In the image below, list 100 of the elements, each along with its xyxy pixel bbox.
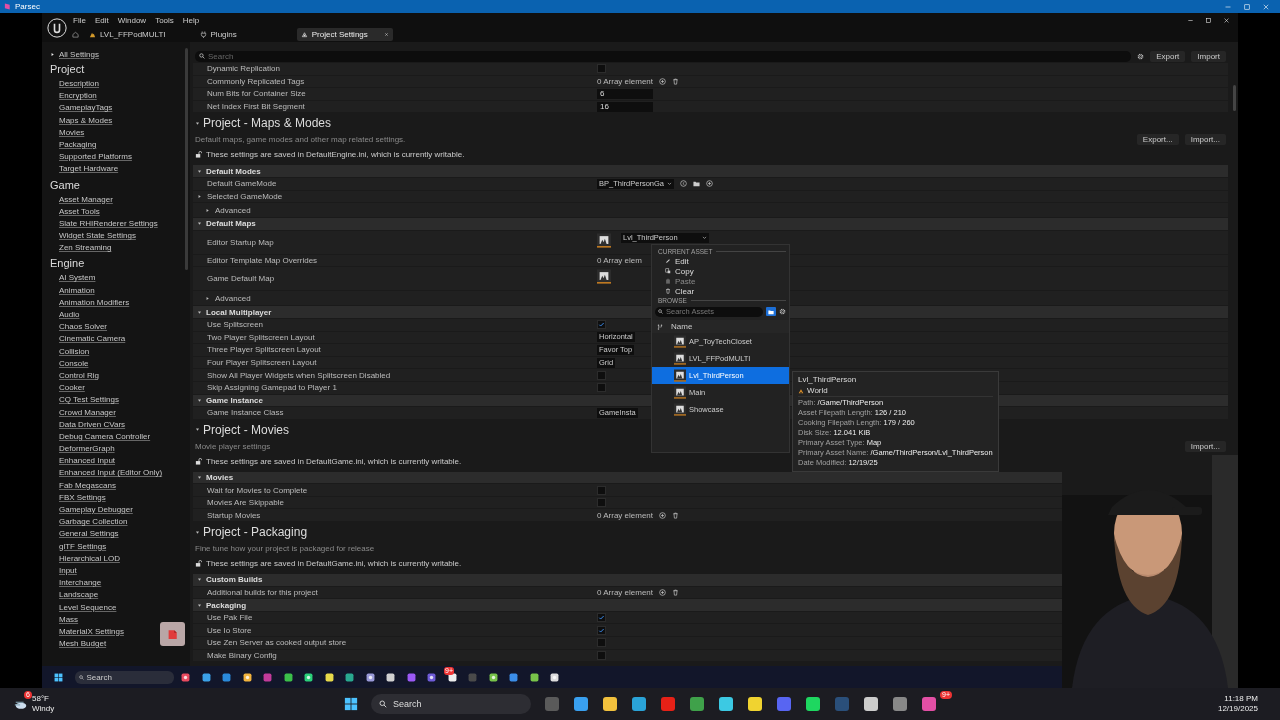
settings-link[interactable]: Landscape — [42, 589, 99, 602]
checkbox[interactable] — [597, 370, 606, 380]
trash-icon[interactable] — [672, 511, 680, 519]
search-field[interactable]: Search — [74, 670, 174, 684]
collapse-arrow-icon[interactable] — [195, 427, 200, 433]
unreal-logo-icon[interactable] — [47, 17, 67, 38]
add-icon[interactable] — [706, 180, 714, 188]
checkbox[interactable] — [597, 625, 606, 635]
expand-arrow-icon[interactable] — [197, 475, 202, 480]
settings-link[interactable]: Movies — [42, 126, 85, 139]
app-icon[interactable] — [304, 672, 313, 682]
checkbox[interactable] — [597, 383, 606, 393]
all-settings-link[interactable]: All Settings — [59, 49, 100, 59]
menu-item[interactable]: Edit — [94, 15, 109, 25]
scrollbar[interactable] — [1233, 85, 1236, 111]
section-button[interactable]: Import... — [1184, 134, 1226, 146]
start-icon[interactable] — [54, 672, 63, 682]
tab[interactable]: Project Settings — [296, 28, 393, 41]
settings-link[interactable]: Gameplay Debugger — [42, 504, 133, 517]
column-header[interactable]: Name — [671, 322, 693, 331]
close-icon[interactable] — [383, 32, 389, 37]
settings-link[interactable]: Audio — [42, 309, 80, 322]
app-icon[interactable] — [201, 672, 211, 682]
settings-link[interactable]: Interchange — [42, 577, 102, 590]
settings-link[interactable]: Enhanced Input (Editor Only) — [42, 467, 163, 480]
settings-link[interactable]: Cooker — [42, 382, 85, 395]
trash-icon[interactable] — [672, 588, 680, 596]
settings-link[interactable]: Widget State Settings — [42, 230, 136, 243]
collapse-arrow-icon[interactable] — [195, 529, 200, 535]
add-icon[interactable] — [659, 77, 667, 85]
expand-arrow-icon[interactable] — [197, 577, 202, 583]
checkbox[interactable] — [597, 613, 606, 623]
app-icon[interactable] — [181, 672, 190, 682]
folder-button[interactable] — [766, 307, 776, 316]
expand-arrow-icon[interactable] — [197, 309, 202, 315]
settings-link[interactable]: AI System — [42, 272, 96, 285]
settings-link[interactable]: Mesh Budget — [42, 638, 107, 651]
menu-item[interactable]: Help — [182, 15, 200, 25]
settings-link[interactable]: Mass — [42, 613, 79, 626]
settings-link[interactable]: Packaging — [42, 138, 97, 152]
expand-arrow-icon[interactable] — [205, 295, 210, 301]
settings-link[interactable]: FBX Settings — [42, 491, 106, 504]
settings-link[interactable]: Data Driven CVars — [42, 418, 126, 431]
section-button[interactable]: Export... — [1136, 134, 1179, 146]
settings-link[interactable]: Zen Streaming — [42, 242, 112, 255]
menu-item[interactable]: Copy — [655, 266, 786, 276]
checkbox[interactable] — [597, 498, 606, 508]
expand-arrow-icon[interactable] — [197, 168, 202, 174]
expand-arrow-icon[interactable] — [197, 602, 202, 608]
app-icon[interactable] — [529, 672, 539, 682]
toolbar-button[interactable]: Import — [1191, 50, 1226, 62]
expand-arrow-icon[interactable] — [197, 397, 202, 403]
expand-arrow-icon[interactable] — [205, 207, 210, 213]
app-icon[interactable] — [863, 696, 879, 712]
settings-link[interactable]: Collision — [42, 345, 90, 358]
settings-link[interactable]: Control Rig — [42, 369, 99, 383]
number-field[interactable]: 6 — [597, 89, 653, 99]
app-icon[interactable] — [718, 696, 734, 712]
settings-link[interactable]: Console — [42, 357, 89, 370]
minimize-icon[interactable] — [1187, 17, 1194, 24]
menu-item[interactable]: Tools — [155, 15, 174, 25]
settings-link[interactable]: Input — [42, 564, 77, 578]
checkbox[interactable] — [597, 485, 606, 495]
expand-arrow-icon[interactable] — [197, 221, 202, 227]
section-button[interactable]: Import... — [1184, 440, 1226, 452]
app-icon[interactable] — [573, 696, 589, 712]
tab[interactable]: Plugins — [195, 28, 241, 41]
collapse-arrow-icon[interactable] — [195, 120, 200, 126]
settings-link[interactable]: GameplayTags — [42, 102, 113, 115]
checkbox[interactable] — [597, 64, 606, 74]
app-icon[interactable] — [242, 672, 252, 682]
settings-link[interactable]: Description — [42, 78, 99, 91]
app-icon[interactable] — [283, 672, 293, 682]
start-icon[interactable] — [344, 697, 358, 711]
settings-link[interactable]: MaterialX Settings — [42, 625, 124, 639]
app-icon[interactable] — [345, 672, 354, 682]
scrollbar[interactable] — [185, 48, 188, 270]
app-icon[interactable] — [631, 696, 647, 712]
trash-icon[interactable] — [672, 77, 680, 85]
app-icon[interactable] — [805, 696, 821, 712]
settings-link[interactable]: Animation Modifiers — [42, 296, 130, 309]
checkbox[interactable] — [597, 650, 606, 660]
menu-item[interactable]: Edit — [655, 256, 786, 266]
back-arrow-icon[interactable] — [680, 180, 688, 188]
app-icon[interactable] — [602, 696, 618, 712]
settings-link[interactable]: Asset Manager — [42, 193, 113, 206]
app-icon[interactable] — [324, 672, 334, 682]
expand-arrow-icon[interactable] — [50, 51, 55, 57]
app-icon[interactable] — [488, 672, 498, 682]
folder-icon[interactable] — [693, 180, 701, 188]
app-icon[interactable] — [550, 672, 559, 682]
settings-link[interactable]: DeformerGraph — [42, 443, 115, 456]
settings-link[interactable]: Debug Camera Controller — [42, 430, 151, 444]
settings-link[interactable]: Supported Platforms — [42, 151, 132, 164]
map-thumbnail-icon[interactable] — [597, 232, 611, 248]
settings-link[interactable]: Maps & Modes — [42, 114, 113, 127]
app-icon[interactable] — [365, 672, 375, 682]
add-icon[interactable] — [659, 588, 667, 596]
settings-link[interactable]: Chaos Solver — [42, 321, 108, 334]
settings-link[interactable]: glTF Settings — [42, 540, 107, 553]
